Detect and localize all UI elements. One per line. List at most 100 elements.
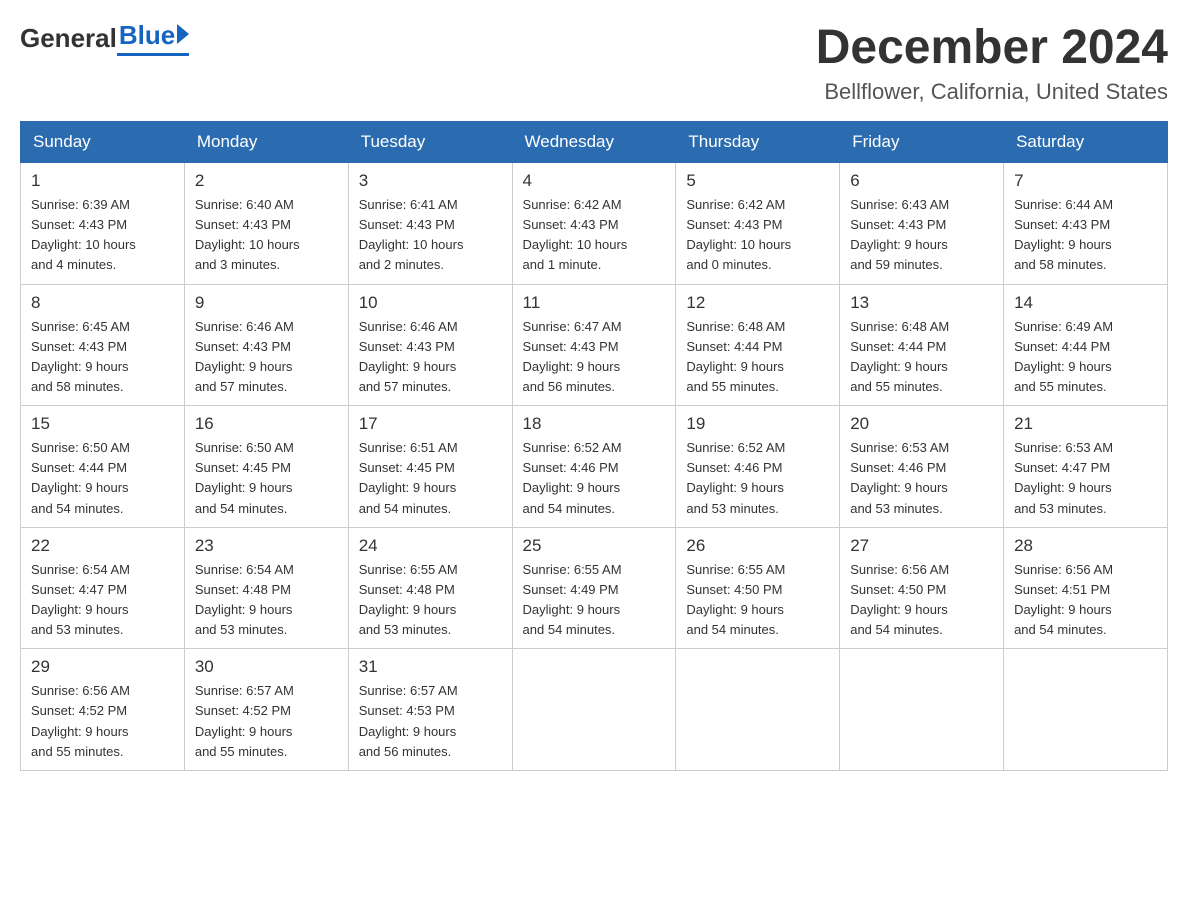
- calendar-cell: 8 Sunrise: 6:45 AM Sunset: 4:43 PM Daylig…: [21, 284, 185, 406]
- week-row-5: 29Sunrise: 6:56 AM Sunset: 4:52 PM Dayli…: [21, 649, 1168, 771]
- logo-general-text: General: [20, 23, 117, 54]
- calendar-cell: 13 Sunrise: 6:48 AM Sunset: 4:44 PM Dayli…: [840, 284, 1004, 406]
- day-info: Sunrise: 6:44 AM Sunset: 4:43 PM Dayligh…: [1014, 195, 1157, 276]
- calendar-cell: 5Sunrise: 6:42 AM Sunset: 4:43 PM Daylig…: [676, 163, 840, 285]
- day-number: 12: [686, 293, 829, 313]
- title-area: December 2024 Bellflower, California, Un…: [816, 20, 1168, 105]
- calendar-cell: 25Sunrise: 6:55 AM Sunset: 4:49 PM Dayli…: [512, 527, 676, 649]
- day-number: 24: [359, 536, 502, 556]
- header-row: SundayMondayTuesdayWednesdayThursdayFrid…: [21, 122, 1168, 163]
- day-info: Sunrise: 6:56 AM Sunset: 4:50 PM Dayligh…: [850, 560, 993, 641]
- calendar-cell: 18Sunrise: 6:52 AM Sunset: 4:46 PM Dayli…: [512, 406, 676, 528]
- calendar-cell: [840, 649, 1004, 771]
- day-number: 22: [31, 536, 174, 556]
- calendar-cell: 10 Sunrise: 6:46 AM Sunset: 4:43 PM Dayli…: [348, 284, 512, 406]
- column-header-wednesday: Wednesday: [512, 122, 676, 163]
- day-number: 29: [31, 657, 174, 677]
- day-info: Sunrise: 6:54 AM Sunset: 4:47 PM Dayligh…: [31, 560, 174, 641]
- day-info: Sunrise: 6:55 AM Sunset: 4:49 PM Dayligh…: [523, 560, 666, 641]
- calendar-cell: 6 Sunrise: 6:43 AM Sunset: 4:43 PM Daylig…: [840, 163, 1004, 285]
- day-info: Sunrise: 6:40 AM Sunset: 4:43 PM Dayligh…: [195, 195, 338, 276]
- calendar-cell: 4Sunrise: 6:42 AM Sunset: 4:43 PM Daylig…: [512, 163, 676, 285]
- column-header-tuesday: Tuesday: [348, 122, 512, 163]
- day-info: Sunrise: 6:43 AM Sunset: 4:43 PM Dayligh…: [850, 195, 993, 276]
- day-number: 11: [523, 293, 666, 313]
- day-info: Sunrise: 6:56 AM Sunset: 4:51 PM Dayligh…: [1014, 560, 1157, 641]
- calendar-cell: 26 Sunrise: 6:55 AM Sunset: 4:50 PM Dayli…: [676, 527, 840, 649]
- logo-area: General Blue: [20, 20, 189, 56]
- day-number: 9: [195, 293, 338, 313]
- calendar-subtitle: Bellflower, California, United States: [816, 79, 1168, 105]
- calendar-cell: 7 Sunrise: 6:44 AM Sunset: 4:43 PM Daylig…: [1004, 163, 1168, 285]
- day-info: Sunrise: 6:42 AM Sunset: 4:43 PM Dayligh…: [523, 195, 666, 276]
- day-number: 14: [1014, 293, 1157, 313]
- calendar-cell: 24 Sunrise: 6:55 AM Sunset: 4:48 PM Dayli…: [348, 527, 512, 649]
- day-info: Sunrise: 6:50 AM Sunset: 4:44 PM Dayligh…: [31, 438, 174, 519]
- day-number: 1: [31, 171, 174, 191]
- calendar-cell: 19Sunrise: 6:52 AM Sunset: 4:46 PM Dayli…: [676, 406, 840, 528]
- day-number: 10: [359, 293, 502, 313]
- header: General Blue December 2024 Bellflower, C…: [20, 20, 1168, 105]
- day-info: Sunrise: 6:48 AM Sunset: 4:44 PM Dayligh…: [850, 317, 993, 398]
- day-number: 26: [686, 536, 829, 556]
- calendar-cell: 16Sunrise: 6:50 AM Sunset: 4:45 PM Dayli…: [184, 406, 348, 528]
- day-info: Sunrise: 6:53 AM Sunset: 4:47 PM Dayligh…: [1014, 438, 1157, 519]
- calendar-cell: 30Sunrise: 6:57 AM Sunset: 4:52 PM Dayli…: [184, 649, 348, 771]
- calendar-cell: [676, 649, 840, 771]
- column-header-thursday: Thursday: [676, 122, 840, 163]
- week-row-2: 8 Sunrise: 6:45 AM Sunset: 4:43 PM Daylig…: [21, 284, 1168, 406]
- day-number: 21: [1014, 414, 1157, 434]
- calendar-cell: [512, 649, 676, 771]
- calendar-cell: 22 Sunrise: 6:54 AM Sunset: 4:47 PM Dayli…: [21, 527, 185, 649]
- logo-blue-text: Blue: [119, 20, 175, 51]
- day-number: 31: [359, 657, 502, 677]
- day-info: Sunrise: 6:45 AM Sunset: 4:43 PM Dayligh…: [31, 317, 174, 398]
- calendar-cell: 28Sunrise: 6:56 AM Sunset: 4:51 PM Dayli…: [1004, 527, 1168, 649]
- calendar-cell: 21 Sunrise: 6:53 AM Sunset: 4:47 PM Dayli…: [1004, 406, 1168, 528]
- day-info: Sunrise: 6:54 AM Sunset: 4:48 PM Dayligh…: [195, 560, 338, 641]
- week-row-1: 1 Sunrise: 6:39 AM Sunset: 4:43 PM Daylig…: [21, 163, 1168, 285]
- day-info: Sunrise: 6:49 AM Sunset: 4:44 PM Dayligh…: [1014, 317, 1157, 398]
- logo-triangle-icon: [177, 24, 189, 44]
- day-info: Sunrise: 6:52 AM Sunset: 4:46 PM Dayligh…: [523, 438, 666, 519]
- day-number: 15: [31, 414, 174, 434]
- day-number: 13: [850, 293, 993, 313]
- day-info: Sunrise: 6:41 AM Sunset: 4:43 PM Dayligh…: [359, 195, 502, 276]
- day-info: Sunrise: 6:42 AM Sunset: 4:43 PM Dayligh…: [686, 195, 829, 276]
- calendar-cell: 20 Sunrise: 6:53 AM Sunset: 4:46 PM Dayli…: [840, 406, 1004, 528]
- day-number: 23: [195, 536, 338, 556]
- calendar-table: SundayMondayTuesdayWednesdayThursdayFrid…: [20, 121, 1168, 771]
- day-info: Sunrise: 6:52 AM Sunset: 4:46 PM Dayligh…: [686, 438, 829, 519]
- day-number: 17: [359, 414, 502, 434]
- calendar-cell: 3Sunrise: 6:41 AM Sunset: 4:43 PM Daylig…: [348, 163, 512, 285]
- day-info: Sunrise: 6:50 AM Sunset: 4:45 PM Dayligh…: [195, 438, 338, 519]
- day-info: Sunrise: 6:47 AM Sunset: 4:43 PM Dayligh…: [523, 317, 666, 398]
- calendar-cell: 31 Sunrise: 6:57 AM Sunset: 4:53 PM Dayli…: [348, 649, 512, 771]
- calendar-cell: [1004, 649, 1168, 771]
- column-header-monday: Monday: [184, 122, 348, 163]
- column-header-sunday: Sunday: [21, 122, 185, 163]
- calendar-title: December 2024: [816, 20, 1168, 75]
- day-number: 7: [1014, 171, 1157, 191]
- day-info: Sunrise: 6:46 AM Sunset: 4:43 PM Dayligh…: [359, 317, 502, 398]
- calendar-cell: 11 Sunrise: 6:47 AM Sunset: 4:43 PM Dayli…: [512, 284, 676, 406]
- calendar-cell: 15 Sunrise: 6:50 AM Sunset: 4:44 PM Dayli…: [21, 406, 185, 528]
- day-info: Sunrise: 6:57 AM Sunset: 4:53 PM Dayligh…: [359, 681, 502, 762]
- calendar-cell: 29Sunrise: 6:56 AM Sunset: 4:52 PM Dayli…: [21, 649, 185, 771]
- day-number: 8: [31, 293, 174, 313]
- day-number: 6: [850, 171, 993, 191]
- day-number: 27: [850, 536, 993, 556]
- column-header-saturday: Saturday: [1004, 122, 1168, 163]
- calendar-cell: 14 Sunrise: 6:49 AM Sunset: 4:44 PM Dayli…: [1004, 284, 1168, 406]
- logo-underline: [117, 53, 189, 56]
- day-info: Sunrise: 6:48 AM Sunset: 4:44 PM Dayligh…: [686, 317, 829, 398]
- calendar-cell: 23 Sunrise: 6:54 AM Sunset: 4:48 PM Dayli…: [184, 527, 348, 649]
- day-info: Sunrise: 6:53 AM Sunset: 4:46 PM Dayligh…: [850, 438, 993, 519]
- day-number: 30: [195, 657, 338, 677]
- day-info: Sunrise: 6:55 AM Sunset: 4:50 PM Dayligh…: [686, 560, 829, 641]
- calendar-cell: 9Sunrise: 6:46 AM Sunset: 4:43 PM Daylig…: [184, 284, 348, 406]
- day-info: Sunrise: 6:55 AM Sunset: 4:48 PM Dayligh…: [359, 560, 502, 641]
- day-info: Sunrise: 6:39 AM Sunset: 4:43 PM Dayligh…: [31, 195, 174, 276]
- calendar-cell: 1 Sunrise: 6:39 AM Sunset: 4:43 PM Daylig…: [21, 163, 185, 285]
- day-number: 20: [850, 414, 993, 434]
